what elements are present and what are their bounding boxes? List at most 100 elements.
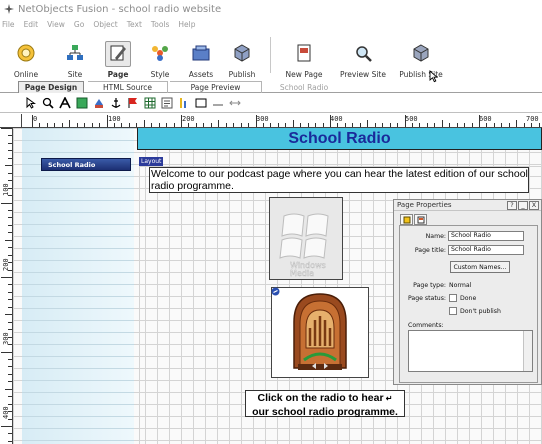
ruler-tick xyxy=(151,123,153,127)
wm-line2: Media xyxy=(290,269,314,278)
publish-button[interactable]: Publish xyxy=(225,31,259,81)
dont-publish-checkbox[interactable] xyxy=(449,307,457,315)
ruler-tick xyxy=(516,120,518,127)
ruler-h-label: 300 xyxy=(256,115,269,123)
ruler-tick xyxy=(8,217,12,219)
ruler-tick xyxy=(419,123,421,127)
tab-page-layout[interactable] xyxy=(414,214,427,225)
ruler-tick xyxy=(5,314,12,316)
help-button[interactable]: ? xyxy=(507,200,517,210)
picture-tool[interactable] xyxy=(75,96,89,110)
assets-button[interactable]: Assets xyxy=(185,31,217,81)
form-tool[interactable] xyxy=(160,96,174,110)
tab-page-preview[interactable]: Page Preview xyxy=(170,81,262,93)
line-tool[interactable] xyxy=(211,96,225,110)
menu-go[interactable]: Go xyxy=(74,20,84,29)
windows-media-image[interactable]: Windows Media xyxy=(269,197,343,280)
menu-object[interactable]: Object xyxy=(93,20,117,29)
rectangle-tool[interactable] xyxy=(194,96,208,110)
text-tool[interactable] xyxy=(58,96,72,110)
custom-names-button[interactable]: Custom Names... xyxy=(450,261,510,273)
comments-textarea[interactable] xyxy=(408,330,533,372)
tab-page-design[interactable]: Page Design xyxy=(18,81,84,93)
ruler-tick xyxy=(8,224,12,226)
layout-region-tool[interactable] xyxy=(177,96,191,110)
style-button[interactable]: Style xyxy=(145,31,175,81)
ruler-tick xyxy=(479,115,480,127)
page-banner[interactable]: School Radio xyxy=(137,128,542,150)
ruler-tick xyxy=(456,123,458,127)
new-page-button[interactable]: New Page xyxy=(283,31,325,81)
ruler-tick xyxy=(1,351,12,353)
minimize-button[interactable]: _ xyxy=(518,200,528,210)
vertical-ruler: 100 200 300 400 xyxy=(0,128,13,444)
properties-title-bar[interactable]: Page Properties ? _ X xyxy=(394,200,541,211)
vintage-radio-icon xyxy=(293,293,347,370)
page-status-label: Page status: xyxy=(407,295,446,302)
close-button[interactable]: X xyxy=(529,200,539,210)
menu-file[interactable]: File xyxy=(2,20,15,29)
page-title-label: Page title: xyxy=(414,247,446,254)
ruler-tick xyxy=(307,123,309,127)
ruler-h-label: 200 xyxy=(182,115,195,123)
radio-caption-text[interactable]: Click on the radio to hear ↵ our school … xyxy=(245,390,405,418)
ruler-tick xyxy=(8,209,12,211)
menu-edit[interactable]: Edit xyxy=(24,20,39,29)
arrow-pointer-icon xyxy=(26,96,36,109)
zoom-tool[interactable] xyxy=(41,96,55,110)
link-tool[interactable] xyxy=(228,96,242,110)
flag-tool[interactable] xyxy=(126,96,140,110)
ruler-tick xyxy=(8,254,12,256)
publish-site-icon xyxy=(413,43,429,62)
name-input[interactable]: School Radio xyxy=(448,231,524,241)
anchor-tool[interactable] xyxy=(109,96,123,110)
ruler-tick xyxy=(8,336,12,338)
page-tab-icon xyxy=(403,216,410,223)
publish-site-button[interactable]: Publish Site xyxy=(396,31,446,81)
ruler-tick xyxy=(121,123,123,127)
online-button[interactable]: Online xyxy=(10,31,42,81)
ruler-tick xyxy=(8,321,12,323)
page-title-input[interactable]: School Radio xyxy=(448,245,524,255)
ruler-h-label: 600 xyxy=(479,115,492,123)
properties-title: Page Properties xyxy=(397,201,452,209)
site-button[interactable]: Site xyxy=(60,31,90,81)
preview-site-button[interactable]: Preview Site xyxy=(338,31,388,81)
page-button[interactable]: Page xyxy=(103,31,133,81)
menu-tools[interactable]: Tools xyxy=(151,20,169,29)
ruler-tick xyxy=(493,123,495,127)
ruler-tick xyxy=(188,123,190,127)
ruler-tick xyxy=(8,396,12,398)
media-tool[interactable] xyxy=(92,96,106,110)
ruler-tick xyxy=(322,123,324,127)
selection-tool[interactable] xyxy=(24,96,38,110)
ruler-tick xyxy=(8,142,12,144)
ruler-tick xyxy=(508,123,510,127)
ruler-tick xyxy=(8,418,12,420)
table-tool[interactable] xyxy=(143,96,157,110)
tab-page-properties[interactable] xyxy=(400,214,413,225)
tools-bar xyxy=(0,93,542,113)
ruler-tick xyxy=(181,115,182,127)
menu-view[interactable]: View xyxy=(47,20,65,29)
ruler-tick xyxy=(389,123,391,127)
ruler-tick xyxy=(315,123,317,127)
site-icon xyxy=(67,44,83,60)
comments-label: Comments: xyxy=(408,322,444,329)
menu-text[interactable]: Text xyxy=(127,20,142,29)
ruler-tick xyxy=(195,123,197,127)
ruler-tick xyxy=(166,123,168,127)
menu-help[interactable]: Help xyxy=(178,20,195,29)
ruler-tick xyxy=(8,344,12,346)
ruler-tick xyxy=(8,440,12,442)
ruler-tick xyxy=(8,232,12,234)
tab-html-source[interactable]: HTML Source xyxy=(88,81,168,93)
welcome-text-box[interactable]: Welcome to our podcast page where you ca… xyxy=(149,167,529,193)
page-properties-panel: Page Properties ? _ X Name: School Radio… xyxy=(393,199,542,385)
ruler-tick xyxy=(8,180,12,182)
nav-button-school-radio[interactable]: School Radio xyxy=(41,158,131,171)
comments-scrollbar[interactable] xyxy=(523,331,532,371)
menu-bar: File Edit View Go Object Text Tools Help xyxy=(0,18,542,30)
radio-image[interactable] xyxy=(271,287,369,378)
done-checkbox[interactable] xyxy=(449,294,457,302)
